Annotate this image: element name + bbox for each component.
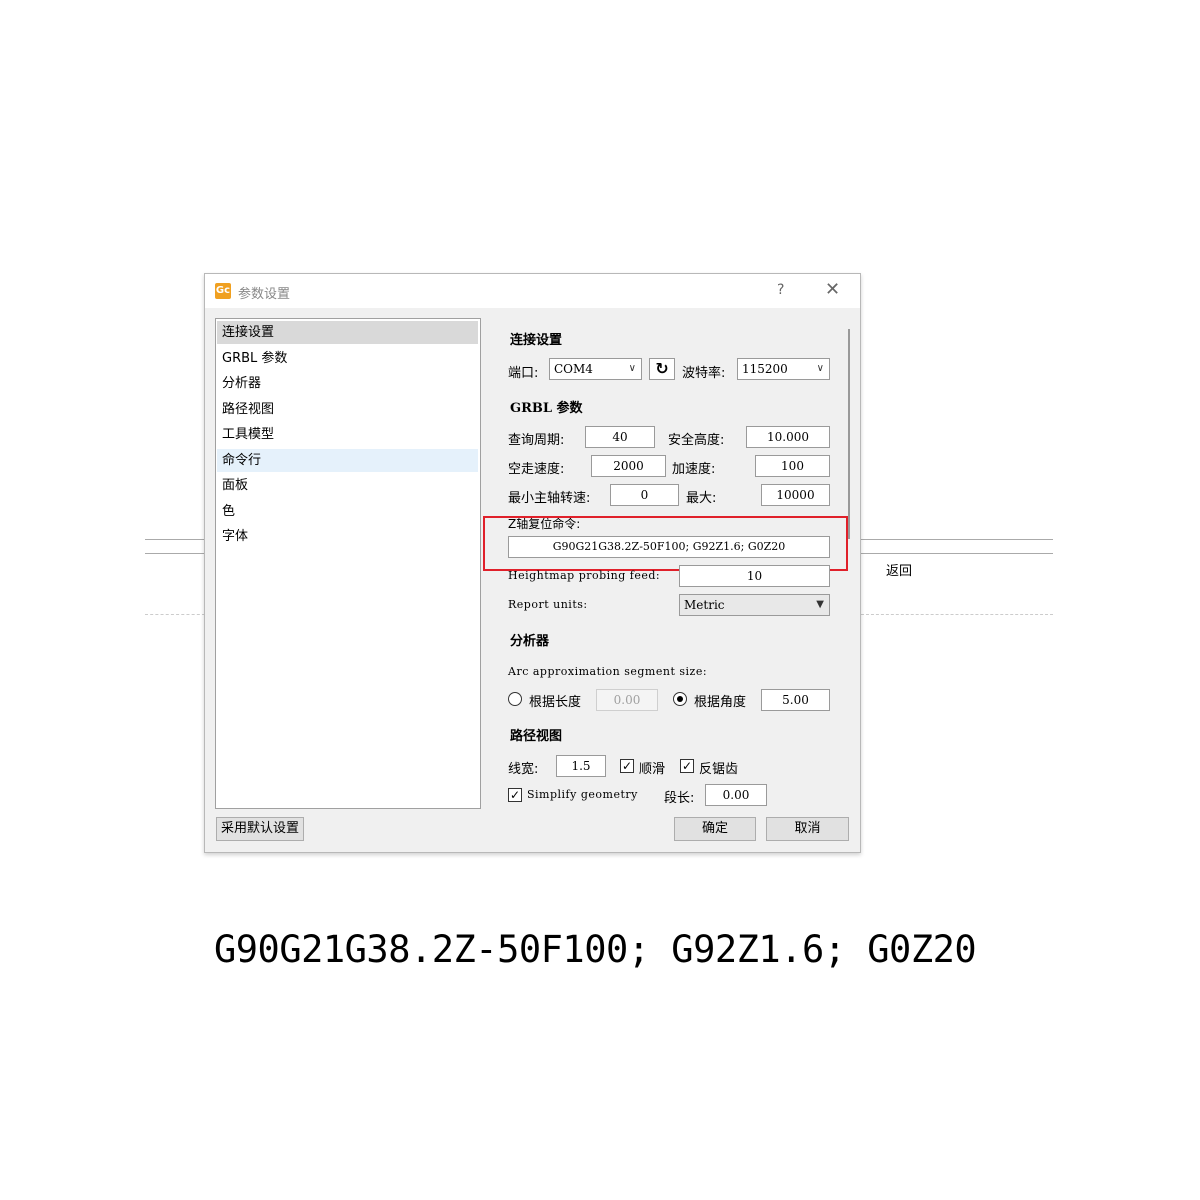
caption-code: G90G21G38.2Z-50F100; G92Z1.6; G0Z20: [214, 928, 977, 971]
panel-scrollbar[interactable]: [848, 329, 850, 539]
nav-item-grbl[interactable]: GRBL 参数: [217, 347, 478, 370]
accel-label: 加速度:: [672, 462, 716, 477]
antialias-label: 反锯齿: [699, 762, 739, 777]
baud-label: 波特率:: [682, 366, 726, 381]
by-length-radio[interactable]: [508, 692, 522, 706]
report-units-select[interactable]: Metric ▼: [679, 594, 830, 616]
safe-height-label: 安全高度:: [668, 433, 725, 448]
baud-value: 115200: [742, 362, 788, 376]
background-rule-left: [145, 539, 205, 540]
min-spindle-label: 最小主轴转速:: [508, 491, 591, 506]
section-analyzer-title: 分析器: [510, 634, 550, 649]
background-rule-left-2: [145, 553, 205, 554]
close-icon[interactable]: ✕: [825, 279, 840, 300]
background-rule-right: [861, 539, 1053, 540]
simplify-checkbox[interactable]: ✓: [508, 788, 522, 802]
smooth-label: 顺滑: [639, 762, 666, 777]
nav-item-tool-model[interactable]: 工具模型: [217, 423, 478, 446]
chevron-down-icon: ∨: [816, 363, 824, 374]
port-value: COM4: [554, 362, 593, 376]
background-rule-right-2: [861, 553, 1053, 554]
max-spindle-label: 最大:: [686, 491, 717, 506]
title-bar: Gc 参数设置 ? ✕: [205, 274, 860, 308]
by-angle-radio[interactable]: [673, 692, 687, 706]
chevron-down-icon: ∨: [628, 363, 636, 374]
refresh-icon[interactable]: ↻: [649, 358, 675, 380]
port-label: 端口:: [508, 366, 539, 381]
nav-item-pathview[interactable]: 路径视图: [217, 398, 478, 421]
safe-height-input[interactable]: 10.000: [746, 426, 830, 448]
segment-label: 段长:: [664, 791, 695, 806]
smooth-checkbox[interactable]: ✓: [620, 759, 634, 773]
antialias-checkbox[interactable]: ✓: [680, 759, 694, 773]
heightmap-feed-input[interactable]: 10: [679, 565, 830, 587]
dialog-title: 参数设置: [238, 287, 291, 302]
rapid-speed-input[interactable]: 2000: [591, 455, 666, 477]
app-icon: Gc: [215, 283, 231, 299]
settings-nav-list: 连接设置 GRBL 参数 分析器 路径视图 工具模型 命令行 面板 色 字体: [215, 318, 481, 809]
nav-item-console[interactable]: 命令行: [217, 449, 478, 472]
line-width-label: 线宽:: [508, 762, 539, 777]
query-period-label: 查询周期:: [508, 433, 565, 448]
section-grbl-title: GRBL 参数: [510, 401, 583, 416]
segment-input[interactable]: 0.00: [705, 784, 767, 806]
query-period-input[interactable]: 40: [585, 426, 655, 448]
highlight-box: [483, 516, 848, 571]
by-length-input[interactable]: 0.00: [596, 689, 658, 711]
nav-item-colors[interactable]: 色: [217, 500, 478, 523]
back-link[interactable]: 返回: [886, 560, 912, 579]
min-spindle-input[interactable]: 0: [610, 484, 679, 506]
baud-select[interactable]: 115200 ∨: [737, 358, 830, 380]
nav-item-panels[interactable]: 面板: [217, 474, 478, 497]
report-units-value: Metric: [684, 598, 725, 612]
settings-dialog: Gc 参数设置 ? ✕ 连接设置 GRBL 参数 分析器 路径视图 工具模型 命…: [204, 273, 861, 853]
line-width-input[interactable]: 1.5: [556, 755, 606, 777]
cancel-button[interactable]: 取消: [766, 817, 849, 841]
background-dashed-left: [145, 614, 205, 615]
by-angle-input[interactable]: 5.00: [761, 689, 830, 711]
nav-item-fonts[interactable]: 字体: [217, 525, 478, 548]
caret-down-icon: ▼: [816, 599, 824, 610]
section-pathview-title: 路径视图: [510, 729, 563, 744]
defaults-button[interactable]: 采用默认设置: [216, 817, 304, 841]
accel-input[interactable]: 100: [755, 455, 830, 477]
ok-button[interactable]: 确定: [674, 817, 756, 841]
port-select[interactable]: COM4 ∨: [549, 358, 642, 380]
simplify-label: Simplify geometry: [527, 788, 638, 801]
max-spindle-input[interactable]: 10000: [761, 484, 830, 506]
nav-item-analyzer[interactable]: 分析器: [217, 372, 478, 395]
by-length-label: 根据长度: [529, 695, 582, 710]
background-dashed-right: [861, 614, 1053, 615]
help-button[interactable]: ?: [777, 282, 784, 298]
nav-item-connection[interactable]: 连接设置: [217, 321, 478, 344]
report-units-label: Report units:: [508, 598, 588, 611]
rapid-speed-label: 空走速度:: [508, 462, 565, 477]
section-connection-title: 连接设置: [510, 333, 563, 348]
heightmap-feed-label: Heightmap probing feed:: [508, 569, 661, 582]
arc-approx-label: Arc approximation segment size:: [508, 665, 708, 678]
by-angle-label: 根据角度: [694, 695, 747, 710]
